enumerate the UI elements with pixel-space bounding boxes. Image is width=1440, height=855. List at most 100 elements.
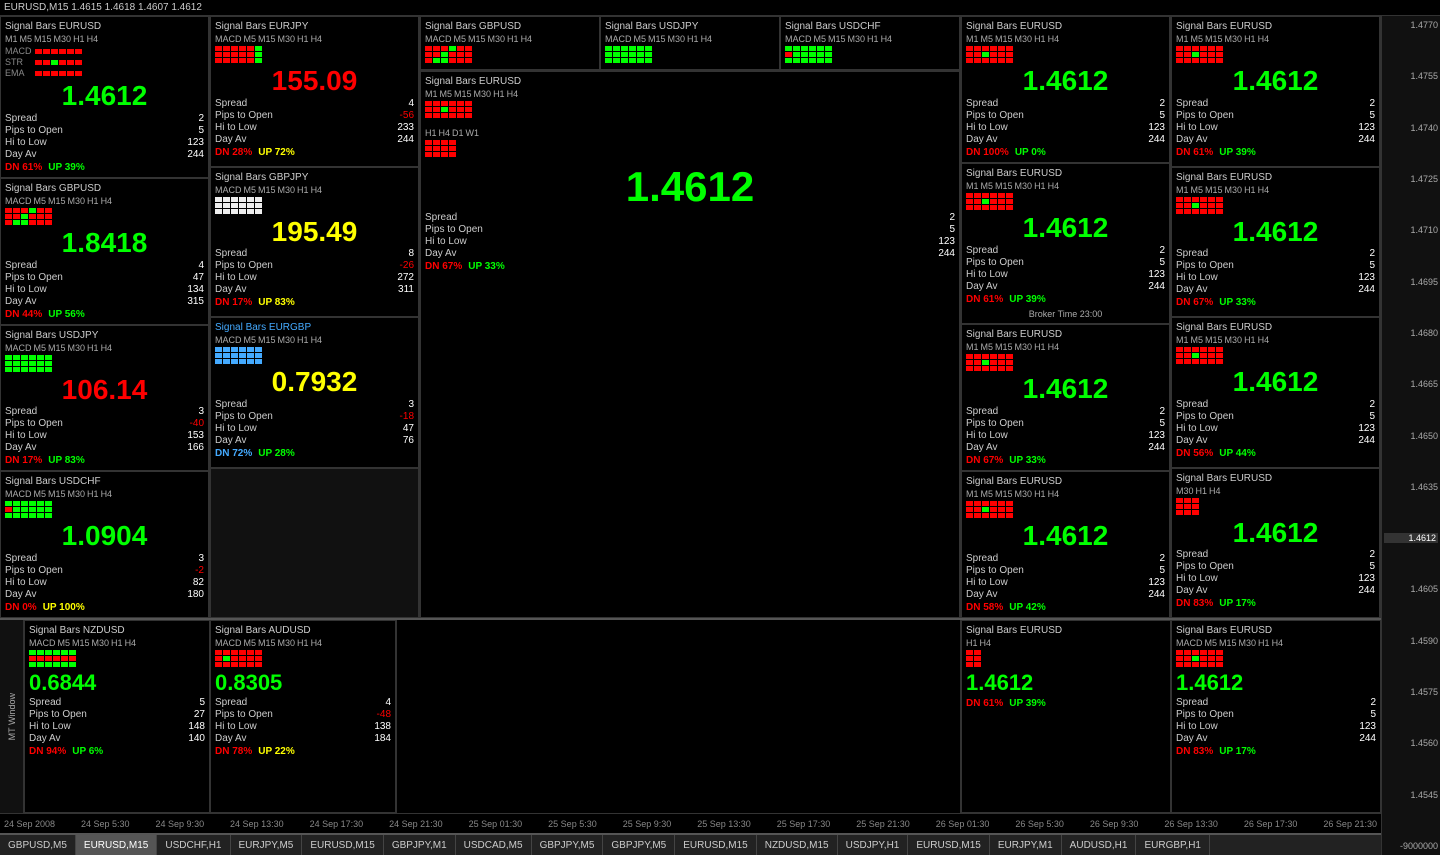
price-r3: 1.4612 [966, 374, 1165, 405]
scale-10: 1.4635 [1384, 482, 1438, 492]
price-r5: 1.4612 [1176, 66, 1375, 97]
scale-11: 1.4605 [1384, 584, 1438, 594]
panel-title-gbpjpy: Signal Bars GBPJPY [215, 172, 414, 183]
time-label-15: 26 Sep 9:30 [1090, 819, 1139, 829]
time-label-13: 26 Sep 01:30 [936, 819, 990, 829]
tab-gbpjpy-m5-1[interactable]: GBPJPY,M5 [532, 835, 604, 855]
price-r7: 1.4612 [1176, 367, 1375, 398]
panel-title-gbpusd: Signal Bars GBPUSD [5, 183, 204, 194]
scale-6: 1.4695 [1384, 277, 1438, 287]
panel-title-audusd: Signal Bars AUDUSD [215, 625, 391, 636]
scale-1: 1.4770 [1384, 20, 1438, 30]
scale-4: 1.4725 [1384, 174, 1438, 184]
time-label-14: 26 Sep 5:30 [1015, 819, 1064, 829]
panel-title-eurgbp: Signal Bars EURGBP [215, 322, 414, 333]
price-eurusd-large: 1.4612 [425, 163, 955, 211]
time-label-16: 26 Sep 13:30 [1164, 819, 1218, 829]
panel-eurusd-r1: Signal Bars EURUSD M1M5M15M30H1H4 [961, 16, 1170, 163]
tab-nzdusd-m15[interactable]: NZDUSD,M15 [757, 835, 838, 855]
panel-audusd: Signal Bars AUDUSD MACDM5M15M30H1H4 [210, 620, 396, 813]
scale-9: 1.4650 [1384, 431, 1438, 441]
tab-eurusd-m15-2[interactable]: EURUSD,M15 [302, 835, 383, 855]
scale-7: 1.4680 [1384, 328, 1438, 338]
price-r8: 1.4612 [1176, 518, 1375, 549]
tab-eurjpy-m1[interactable]: EURJPY,M1 [990, 835, 1062, 855]
price-r1: 1.4612 [966, 66, 1165, 97]
scale-2: 1.4755 [1384, 71, 1438, 81]
time-label-11: 25 Sep 17:30 [777, 819, 831, 829]
scale-13: 1.4575 [1384, 687, 1438, 697]
right-sidebar: 1.4770 1.4755 1.4740 1.4725 1.4710 1.469… [1381, 16, 1440, 855]
price-usdchf: 1.0904 [5, 521, 204, 552]
tab-usdcad-m5[interactable]: USDCAD,M5 [456, 835, 532, 855]
panel-eurusd-br1: Signal Bars EURUSD H1H4 [961, 620, 1171, 813]
tab-gbpusd-m5[interactable]: GBPUSD,M5 [0, 835, 76, 855]
panel-eurusd-r2: Signal Bars EURUSD M1M5M15M30H1H4 [961, 163, 1170, 324]
panel-nzdusd: Signal Bars NZDUSD MACDM5M15M30H1H4 [24, 620, 210, 813]
tab-eurjpy-m5[interactable]: EURJPY,M5 [231, 835, 303, 855]
panel-eurusd-br2: Signal Bars EURUSD MACDM5M15M30H1H4 [1171, 620, 1381, 813]
time-label-12: 25 Sep 21:30 [856, 819, 910, 829]
price-info: 1.4615 1.4618 1.4607 1.4612 [71, 2, 202, 13]
time-label-8: 25 Sep 5:30 [548, 819, 597, 829]
price-nzdusd: 0.6844 [29, 670, 205, 696]
panel-eurgbp: Signal Bars EURGBP MACDM5M15M30H1H4 [210, 317, 419, 468]
panel-eurusd-r7: Signal Bars EURUSD M1M5M15M30H1H4 [1171, 317, 1380, 468]
time-label-3: 24 Sep 9:30 [156, 819, 205, 829]
tab-eurgbp-h1[interactable]: EURGBP,H1 [1136, 835, 1210, 855]
panel-title-r1: Signal Bars EURUSD [966, 21, 1165, 32]
symbol-label: EURUSD,M15 [4, 2, 68, 13]
panel-title-br1: Signal Bars EURUSD [966, 625, 1166, 636]
tab-audusd-h1[interactable]: AUDUSD,H1 [1062, 835, 1137, 855]
price-r6: 1.4612 [1176, 217, 1375, 248]
scale-14: 1.4560 [1384, 738, 1438, 748]
tab-gbpjpy-m5-2[interactable]: GBPJPY,M5 [603, 835, 675, 855]
panel-usdchf: Signal Bars USDCHF MACDM5M15M30H1H4 [0, 471, 209, 618]
scale-15: 1.4545 [1384, 790, 1438, 800]
scale-12: 1.4590 [1384, 636, 1438, 646]
panel-title-r7: Signal Bars EURUSD [1176, 322, 1375, 333]
panel-title-eurusd-large: Signal Bars EURUSD [425, 76, 955, 87]
panel-usdchf-center: Signal Bars USDCHF MACDM5M15M30H1H4 [780, 16, 960, 70]
time-label-9: 25 Sep 9:30 [623, 819, 672, 829]
panel-eurusd-r8: Signal Bars EURUSD M30H1H4 [1171, 468, 1380, 619]
panel-title-r6: Signal Bars EURUSD [1176, 172, 1375, 183]
tab-eurusd-m15-3[interactable]: EURUSD,M15 [675, 835, 756, 855]
tab-gbpjpy-m1[interactable]: GBPJPY,M1 [384, 835, 456, 855]
panel-eurusd-r5: Signal Bars EURUSD M1M5M15M30H1H4 [1171, 16, 1380, 167]
price-eurusd: 1.4612 [5, 81, 204, 112]
panel-title-nzdusd: Signal Bars NZDUSD [29, 625, 205, 636]
tab-eurusd-m15-active[interactable]: EURUSD,M15 [76, 835, 157, 855]
price-eurjpy: 155.09 [215, 66, 414, 97]
time-label-7: 25 Sep 01:30 [469, 819, 523, 829]
chart-panels: Signal Bars EURUSD M1M5M15M30H1H4 MACD [0, 16, 1381, 855]
panel-title-r4: Signal Bars EURUSD [966, 476, 1165, 487]
panel-title-gbpusd-c: Signal Bars GBPUSD [425, 21, 595, 32]
time-label-5: 24 Sep 17:30 [310, 819, 364, 829]
top-bar: EURUSD,M15 1.4615 1.4618 1.4607 1.4612 [0, 0, 1440, 16]
price-gbpjpy: 195.49 [215, 217, 414, 248]
price-usdjpy: 106.14 [5, 375, 204, 406]
price-r2: 1.4612 [966, 213, 1165, 244]
tab-usdchf-h1[interactable]: USDCHF,H1 [157, 835, 230, 855]
panel-eurusd-main: Signal Bars EURUSD M1M5M15M30H1H4 MACD [0, 16, 209, 178]
price-gbpusd: 1.8418 [5, 228, 204, 259]
price-scale: 1.4770 1.4755 1.4740 1.4725 1.4710 1.469… [1382, 16, 1440, 855]
panel-eurjpy: Signal Bars EURJPY MACDM5M15M30H1H4 [210, 16, 419, 167]
time-label-10: 25 Sep 13:30 [697, 819, 751, 829]
price-r4: 1.4612 [966, 521, 1165, 552]
panel-eurusd-r3: Signal Bars EURUSD M1M5M15M30H1H4 [961, 324, 1170, 471]
tab-usdjpy-h1[interactable]: USDJPY,H1 [838, 835, 909, 855]
main-container: EURUSD,M15 1.4615 1.4618 1.4607 1.4612 S… [0, 0, 1440, 834]
price-eurgbp: 0.7932 [215, 367, 414, 398]
panel-usdjpy-center: Signal Bars USDJPY MACDM5M15M30H1H4 [600, 16, 780, 70]
panel-title-r8: Signal Bars EURUSD [1176, 473, 1375, 484]
panel-title-eurusd: Signal Bars EURUSD [5, 21, 204, 32]
panel-title-r3: Signal Bars EURUSD [966, 329, 1165, 340]
mt-window-label: MT Window [7, 693, 17, 740]
panel-eurusd-r6: Signal Bars EURUSD M1M5M15M30H1H4 [1171, 167, 1380, 318]
tab-eurusd-m15-4[interactable]: EURUSD,M15 [908, 835, 989, 855]
content-area: Signal Bars EURUSD M1M5M15M30H1H4 MACD [0, 16, 1440, 855]
panel-empty1 [210, 468, 419, 619]
time-labels: 24 Sep 2008 24 Sep 5:30 24 Sep 9:30 24 S… [4, 819, 1377, 829]
